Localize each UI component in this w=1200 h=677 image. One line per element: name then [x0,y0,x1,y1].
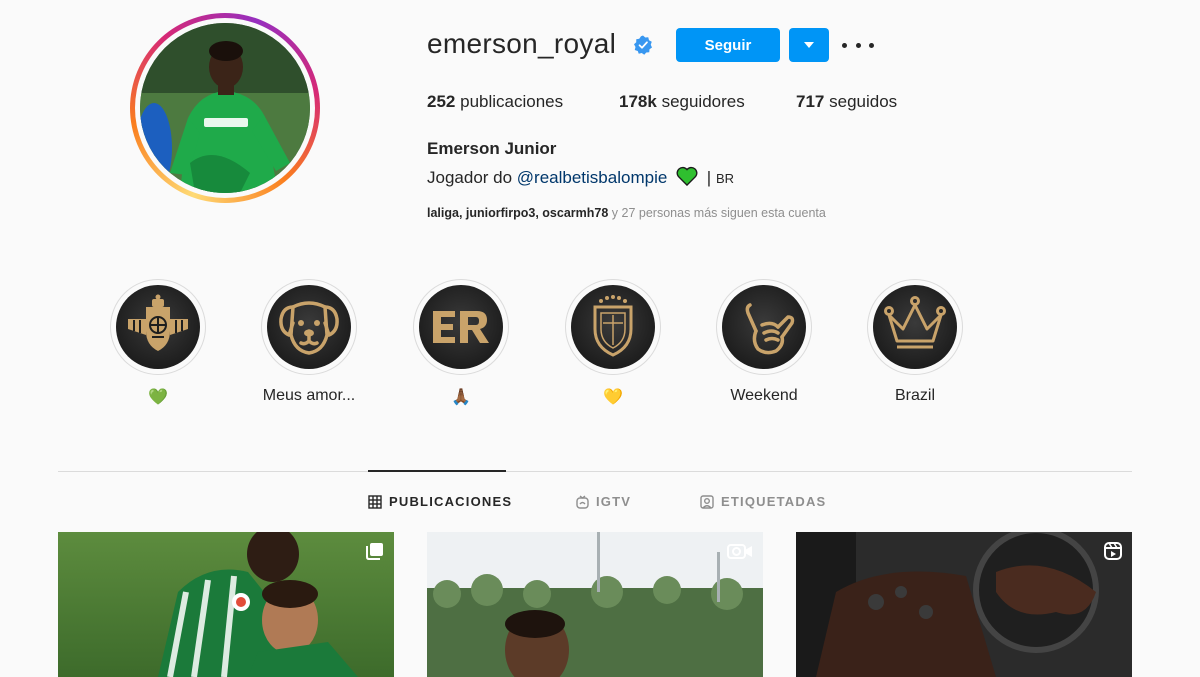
dog-icon [279,301,339,355]
following-stat[interactable]: 717 seguidos [796,92,897,112]
highlight-label: 🙏🏾 [451,389,471,406]
highlight-label: Meus amor... [262,387,356,404]
tagged-icon [700,494,714,509]
highlight-cover-image [873,285,957,369]
bio-flag-text: BR [715,171,734,186]
followed-by-text[interactable]: laliga, juniorfirpo3, oscarmh78 y 27 per… [427,206,826,220]
tab-etiquetadas[interactable]: ETIQUETADAS [700,494,826,509]
tabs-divider [58,471,1132,472]
bio-separator: | [706,168,712,187]
tab-label: PUBLICACIONES [389,494,513,509]
active-tab-indicator [368,470,506,472]
posts-count: 252 [427,92,456,111]
highlight-label: 💛 [603,389,623,406]
chevron-down-icon [804,41,814,48]
post-thumbnail[interactable] [427,532,763,677]
highlight-label: Weekend [730,387,798,404]
highlight-item[interactable]: Brazil [855,279,975,409]
followers-stat[interactable]: 178k seguidores [619,92,745,112]
tab-igtv[interactable]: IGTV [576,494,631,509]
post-thumbnail[interactable] [796,532,1132,677]
following-label: seguidos [829,92,898,111]
green-heart-icon [676,166,698,187]
highlight-cover-image [116,285,200,369]
highlight-cover-image [419,285,503,369]
highlight-cover [110,279,206,375]
crown-icon [884,296,946,349]
reel-icon [1104,542,1122,560]
followed-by-names: laliga, juniorfirpo3, oscarmh78 [427,206,609,220]
carousel-icon [366,543,383,560]
highlight-cover-image [267,285,351,369]
highlight-item[interactable]: 🙏🏾 [401,279,521,409]
tab-label: IGTV [596,494,632,509]
highlight-cover [867,279,963,375]
profile-full-name: Emerson Junior [427,139,557,158]
highlight-label: 💚 [148,389,168,406]
highlight-item[interactable]: Weekend [704,279,824,409]
verified-badge-icon [634,35,652,55]
igtv-icon [576,494,589,509]
highlight-item[interactable]: Meus amor... [249,279,369,409]
profile-username: emerson_royal [427,28,617,59]
posts-stat: 252 publicaciones [427,92,563,112]
more-options-button[interactable] [842,31,874,59]
suggested-accounts-button[interactable] [789,28,829,62]
highlight-item[interactable]: 💛 [553,279,673,409]
posts-label: publicaciones [460,92,564,111]
followers-count: 178k [619,92,657,111]
tab-publicaciones[interactable]: PUBLICACIONES [368,494,512,509]
highlight-cover [716,279,812,375]
er-monogram-icon [433,311,489,343]
shaka-hand-icon [745,303,795,355]
more-dot-icon [855,42,861,48]
post-thumbnail[interactable] [58,532,394,677]
more-dot-icon [842,42,847,48]
cbf-crest-icon [593,295,633,357]
highlight-cover-image [722,285,806,369]
profile-avatar[interactable] [140,23,310,193]
tab-label: ETIQUETADAS [721,494,827,509]
highlight-cover [413,279,509,375]
bio-mention-link[interactable]: @realbetisbalompie [517,168,668,187]
highlight-cover-image [571,285,655,369]
follow-button[interactable]: Seguir [676,28,780,62]
avatar-photo [140,23,310,193]
post-image [796,532,1132,677]
bio-text: Jogador do [427,168,517,187]
grid-icon [368,494,382,509]
following-count: 717 [796,92,825,111]
more-dot-icon [869,42,874,48]
highlight-cover [261,279,357,375]
followed-by-suffix: y 27 personas más siguen esta cuenta [611,206,826,220]
betis-crest-icon [128,294,188,351]
igtv-badge-icon [727,544,752,559]
highlight-item[interactable]: 💚 [98,279,218,409]
post-image [58,532,394,677]
profile-bio: Jogador do @realbetisbalompie | BR [427,166,734,188]
profile-avatar-ring[interactable] [130,13,320,203]
followers-label: seguidores [661,92,745,111]
post-image [427,532,763,677]
highlight-label: Brazil [894,387,935,404]
highlight-cover [565,279,661,375]
